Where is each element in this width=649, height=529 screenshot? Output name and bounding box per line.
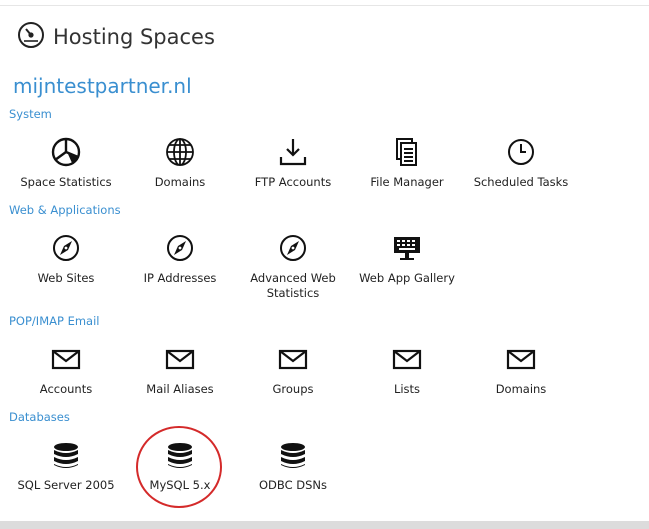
item-label: IP Addresses [143,271,217,285]
item-label: Groups [272,382,314,396]
section-title-system: System [9,107,52,121]
ftp-accounts-item[interactable]: FTP Accounts [237,135,349,190]
database-icon [276,438,310,472]
item-label: Domains [154,175,206,189]
envelope-icon [49,342,83,376]
dashboard-gauge-icon [16,20,46,54]
sql-server-2005-item[interactable]: SQL Server 2005 [10,438,122,493]
scheduled-tasks-item[interactable]: Scheduled Tasks [465,135,577,190]
space-statistics-item[interactable]: Space Statistics [10,135,122,190]
envelope-icon [390,342,424,376]
globe-icon [163,135,197,169]
space-name-link[interactable]: mijntestpartner.nl [13,74,192,98]
item-label: FTP Accounts [254,175,332,189]
envelope-icon [504,342,538,376]
database-icon [163,438,197,472]
pie-chart-icon [49,135,83,169]
top-border [0,5,649,6]
mail-aliases-item[interactable]: Mail Aliases [124,342,236,397]
web-sites-item[interactable]: Web Sites [10,231,122,286]
bottom-scrollbar-track[interactable] [0,521,649,529]
envelope-icon [163,342,197,376]
document-stack-icon [390,135,424,169]
item-label: Scheduled Tasks [473,175,569,189]
page-title: Hosting Spaces [53,25,215,49]
clock-icon [504,135,538,169]
section-title-databases: Databases [9,410,70,424]
advanced-web-statistics-item[interactable]: Advanced Web Statistics [237,231,349,301]
item-label: SQL Server 2005 [17,478,115,492]
envelope-icon [276,342,310,376]
email-accounts-item[interactable]: Accounts [10,342,122,397]
compass-icon [276,231,310,265]
item-label: Lists [393,382,421,396]
email-lists-item[interactable]: Lists [351,342,463,397]
keyboard-monitor-icon [390,231,424,265]
file-manager-item[interactable]: File Manager [351,135,463,190]
item-label: Advanced Web Statistics [250,271,336,300]
item-label: Web App Gallery [359,271,455,285]
item-label: Accounts [39,382,93,396]
download-tray-icon [276,135,310,169]
item-label: Space Statistics [20,175,112,189]
item-label: Web Sites [37,271,95,285]
page-header: Hosting Spaces [16,22,215,52]
compass-icon [163,231,197,265]
section-title-email: POP/IMAP Email [9,314,100,328]
mysql-5x-item[interactable]: MySQL 5.x [124,438,236,493]
item-label: MySQL 5.x [149,478,211,492]
domains-item[interactable]: Domains [124,135,236,190]
compass-icon [49,231,83,265]
item-label: Domains [495,382,547,396]
odbc-dsns-item[interactable]: ODBC DSNs [237,438,349,493]
section-title-web-applications: Web & Applications [9,203,121,217]
item-label: ODBC DSNs [258,478,328,492]
item-label: Mail Aliases [146,382,214,396]
item-label: File Manager [370,175,444,189]
ip-addresses-item[interactable]: IP Addresses [124,231,236,286]
email-domains-item[interactable]: Domains [465,342,577,397]
web-app-gallery-item[interactable]: Web App Gallery [351,231,463,286]
database-icon [49,438,83,472]
email-groups-item[interactable]: Groups [237,342,349,397]
